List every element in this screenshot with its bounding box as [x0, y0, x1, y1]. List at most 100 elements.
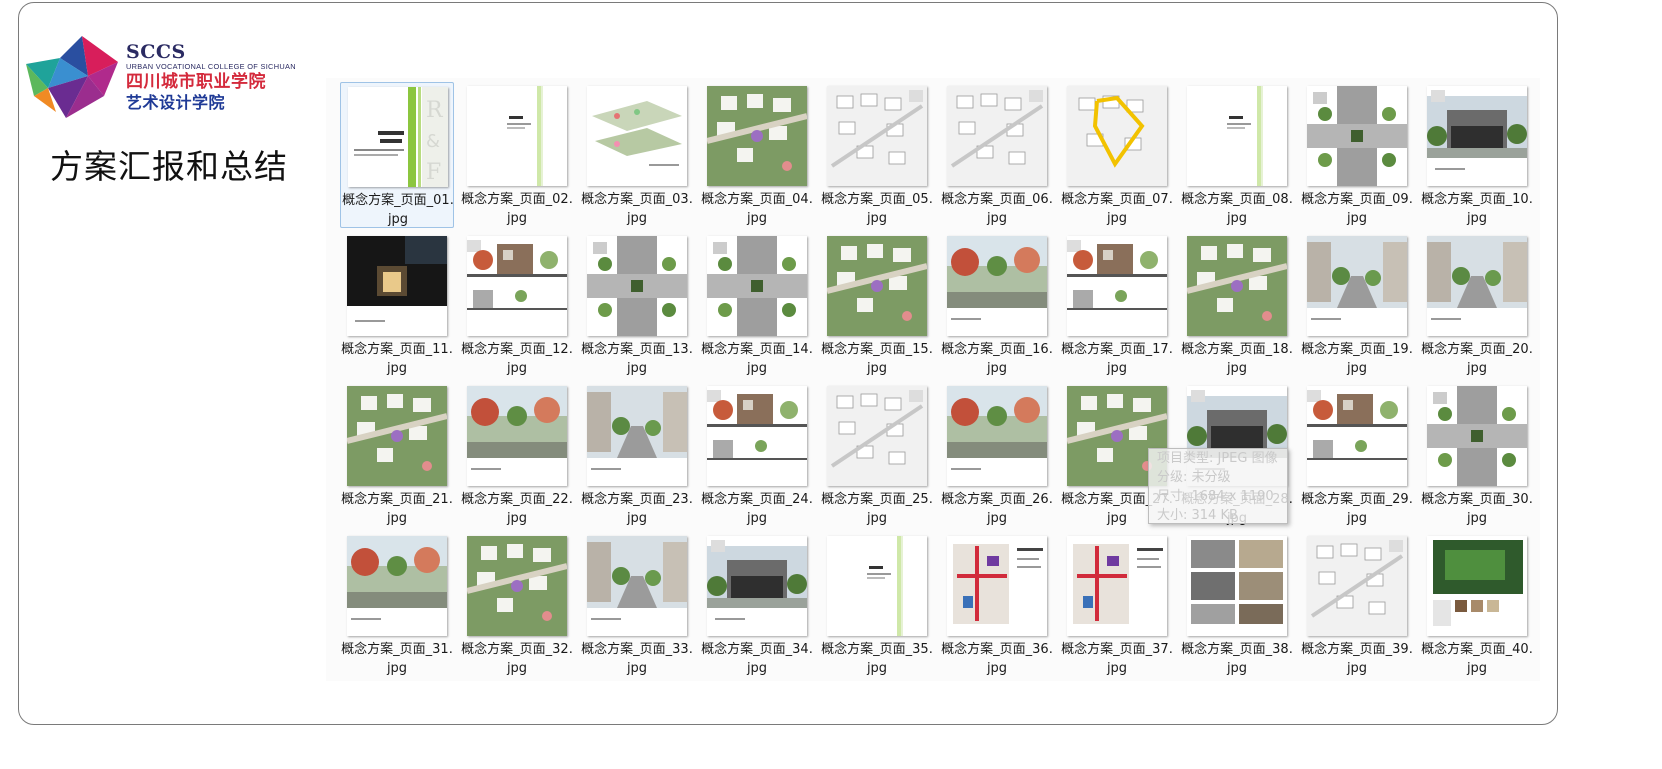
svg-text:R: R [426, 98, 444, 123]
file-thumbnail[interactable]: 概念方案_页面_24.jpg [700, 382, 814, 528]
file-thumbnail[interactable]: 概念方案_页面_14.jpg [700, 232, 814, 378]
page-title: 方案汇报和总结 [50, 147, 288, 186]
file-name-label: 概念方案_页面_32.jpg [461, 642, 573, 676]
thumbnail-preview-image [467, 86, 567, 186]
thumbnail-preview-image [347, 536, 447, 636]
file-thumbnail[interactable]: 概念方案_页面_36.jpg [940, 532, 1054, 678]
svg-text:&: & [426, 131, 440, 152]
file-thumbnail[interactable]: 概念方案_页面_22.jpg [460, 382, 574, 528]
file-thumbnail[interactable]: 概念方案_页面_40.jpg [1420, 532, 1534, 678]
thumbnail-preview-image [827, 86, 927, 186]
file-name-label: 概念方案_页面_31.jpg [341, 642, 453, 676]
thumbnail-preview-image [467, 386, 567, 486]
file-name-label: 概念方案_页面_06.jpg [941, 192, 1053, 226]
file-name-label: 概念方案_页面_24.jpg [701, 492, 813, 526]
file-thumbnail[interactable]: 概念方案_页面_18.jpg [1180, 232, 1294, 378]
thumbnail-preview-image [587, 236, 687, 336]
thumbnail-preview-image [1187, 86, 1287, 186]
file-thumbnail[interactable]: 概念方案_页面_07.jpg [1060, 82, 1174, 228]
file-name-label: 概念方案_页面_05.jpg [821, 192, 933, 226]
thumbnail-preview-image [827, 536, 927, 636]
file-name-label: 概念方案_页面_09.jpg [1301, 192, 1413, 226]
file-thumbnail[interactable]: 概念方案_页面_23.jpg [580, 382, 694, 528]
file-name-label: 概念方案_页面_10.jpg [1421, 192, 1533, 226]
thumbnail-preview-image [1067, 86, 1167, 186]
file-name-label: 概念方案_页面_02.jpg [461, 192, 573, 226]
file-name-label: 概念方案_页面_17.jpg [1061, 342, 1173, 376]
thumbnail-preview-image [827, 236, 927, 336]
thumbnail-preview-image [827, 386, 927, 486]
file-name-label: 概念方案_页面_35.jpg [821, 642, 933, 676]
tooltip-dimensions: 尺寸: 1684 x 1190 [1157, 489, 1274, 504]
file-thumbnail[interactable]: 概念方案_页面_11.jpg [340, 232, 454, 378]
thumbnail-preview-image [947, 536, 1047, 636]
file-thumbnail[interactable]: 概念方案_页面_26.jpg [940, 382, 1054, 528]
thumbnail-preview-image [1187, 536, 1287, 636]
file-name-label: 概念方案_页面_38.jpg [1181, 642, 1293, 676]
file-name-label: 概念方案_页面_39.jpg [1301, 642, 1413, 676]
thumbnail-preview-image [707, 536, 807, 636]
file-name-label: 概念方案_页面_20.jpg [1421, 342, 1533, 376]
file-thumbnail[interactable]: 概念方案_页面_04.jpg [700, 82, 814, 228]
file-name-label: 概念方案_页面_25.jpg [821, 492, 933, 526]
file-thumbnail[interactable]: 概念方案_页面_25.jpg [820, 382, 934, 528]
file-thumbnail[interactable]: 概念方案_页面_16.jpg [940, 232, 1054, 378]
file-thumbnail[interactable]: 概念方案_页面_21.jpg [340, 382, 454, 528]
file-thumbnail[interactable]: 概念方案_页面_34.jpg [700, 532, 814, 678]
file-thumbnail[interactable]: 概念方案_页面_19.jpg [1300, 232, 1414, 378]
thumbnail-preview-image [707, 386, 807, 486]
file-thumbnail[interactable]: 概念方案_页面_20.jpg [1420, 232, 1534, 378]
thumbnail-preview-image [347, 236, 447, 336]
thumbnail-preview-image [947, 86, 1047, 186]
file-thumbnail[interactable]: 概念方案_页面_06.jpg [940, 82, 1054, 228]
file-info-tooltip: 项目类型: JPEG 图像 分级: 未分级 尺寸: 1684 x 1190 大小… [1148, 448, 1288, 524]
file-name-label: 概念方案_页面_37.jpg [1061, 642, 1173, 676]
file-thumbnail[interactable]: 概念方案_页面_31.jpg [340, 532, 454, 678]
file-name-label: 概念方案_页面_26.jpg [941, 492, 1053, 526]
file-thumbnail[interactable]: 概念方案_页面_33.jpg [580, 532, 694, 678]
file-thumbnail[interactable]: 概念方案_页面_13.jpg [580, 232, 694, 378]
thumbnail-preview-image [587, 386, 687, 486]
file-thumbnail[interactable]: 概念方案_页面_38.jpg [1180, 532, 1294, 678]
file-thumbnail[interactable]: 概念方案_页面_32.jpg [460, 532, 574, 678]
file-thumbnail[interactable]: 概念方案_页面_37.jpg [1060, 532, 1174, 678]
tooltip-size: 大小: 314 KB [1157, 508, 1238, 523]
file-name-label: 概念方案_页面_19.jpg [1301, 342, 1413, 376]
thumbnail-preview-image [1187, 236, 1287, 336]
thumbnail-preview-image: R & F [348, 87, 448, 187]
thumbnail-preview-image [1427, 86, 1527, 186]
file-thumbnail[interactable]: 概念方案_页面_29.jpg [1300, 382, 1414, 528]
file-thumbnail[interactable]: 概念方案_页面_03.jpg [580, 82, 694, 228]
file-thumbnail[interactable]: 概念方案_页面_30.jpg [1420, 382, 1534, 528]
file-name-label: 概念方案_页面_36.jpg [941, 642, 1053, 676]
college-logo-text: SCCS URBAN VOCATIONAL COLLEGE OF SICHUAN… [126, 42, 296, 113]
thumbnail-preview-image [587, 536, 687, 636]
file-thumbnail[interactable]: 概念方案_页面_05.jpg [820, 82, 934, 228]
logo-short-name: SCCS [126, 41, 186, 63]
file-name-label: 概念方案_页面_16.jpg [941, 342, 1053, 376]
file-thumbnail[interactable]: 概念方案_页面_02.jpg [460, 82, 574, 228]
file-thumbnail[interactable]: 概念方案_页面_39.jpg [1300, 532, 1414, 678]
file-thumbnail[interactable]: 概念方案_页面_08.jpg [1180, 82, 1294, 228]
file-thumbnail[interactable]: 概念方案_页面_35.jpg [820, 532, 934, 678]
file-thumbnail[interactable]: 概念方案_页面_12.jpg [460, 232, 574, 378]
file-thumbnail[interactable]: R & F 概念方案_页面_01.jpg [340, 82, 454, 228]
file-explorer-view[interactable]: R & F 概念方案_页面_01.jpg 概念方案_页面_02.jpg 概念方案_页面_0… [326, 78, 1540, 681]
file-name-label: 概念方案_页面_07.jpg [1061, 192, 1173, 226]
file-name-label: 概念方案_页面_21.jpg [341, 492, 453, 526]
file-name-label: 概念方案_页面_30.jpg [1421, 492, 1533, 526]
file-name-label: 概念方案_页面_34.jpg [701, 642, 813, 676]
file-name-label: 概念方案_页面_13.jpg [581, 342, 693, 376]
logo-department: 艺术设计学院 [126, 93, 226, 112]
file-thumbnail[interactable]: 概念方案_页面_15.jpg [820, 232, 934, 378]
logo-chinese-name: 四川城市职业学院 [126, 72, 266, 92]
thumbnail-preview-image [947, 236, 1047, 336]
file-thumbnail[interactable]: 概念方案_页面_10.jpg [1420, 82, 1534, 228]
logo-english-name: URBAN VOCATIONAL COLLEGE OF SICHUAN [126, 62, 296, 71]
file-thumbnail[interactable]: 概念方案_页面_17.jpg [1060, 232, 1174, 378]
file-thumbnail[interactable]: 概念方案_页面_09.jpg [1300, 82, 1414, 228]
thumbnail-preview-image [1067, 236, 1167, 336]
file-name-label: 概念方案_页面_01.jpg [342, 193, 454, 227]
thumbnail-preview-image [1427, 236, 1527, 336]
tooltip-type: 项目类型: JPEG 图像 [1157, 451, 1278, 466]
